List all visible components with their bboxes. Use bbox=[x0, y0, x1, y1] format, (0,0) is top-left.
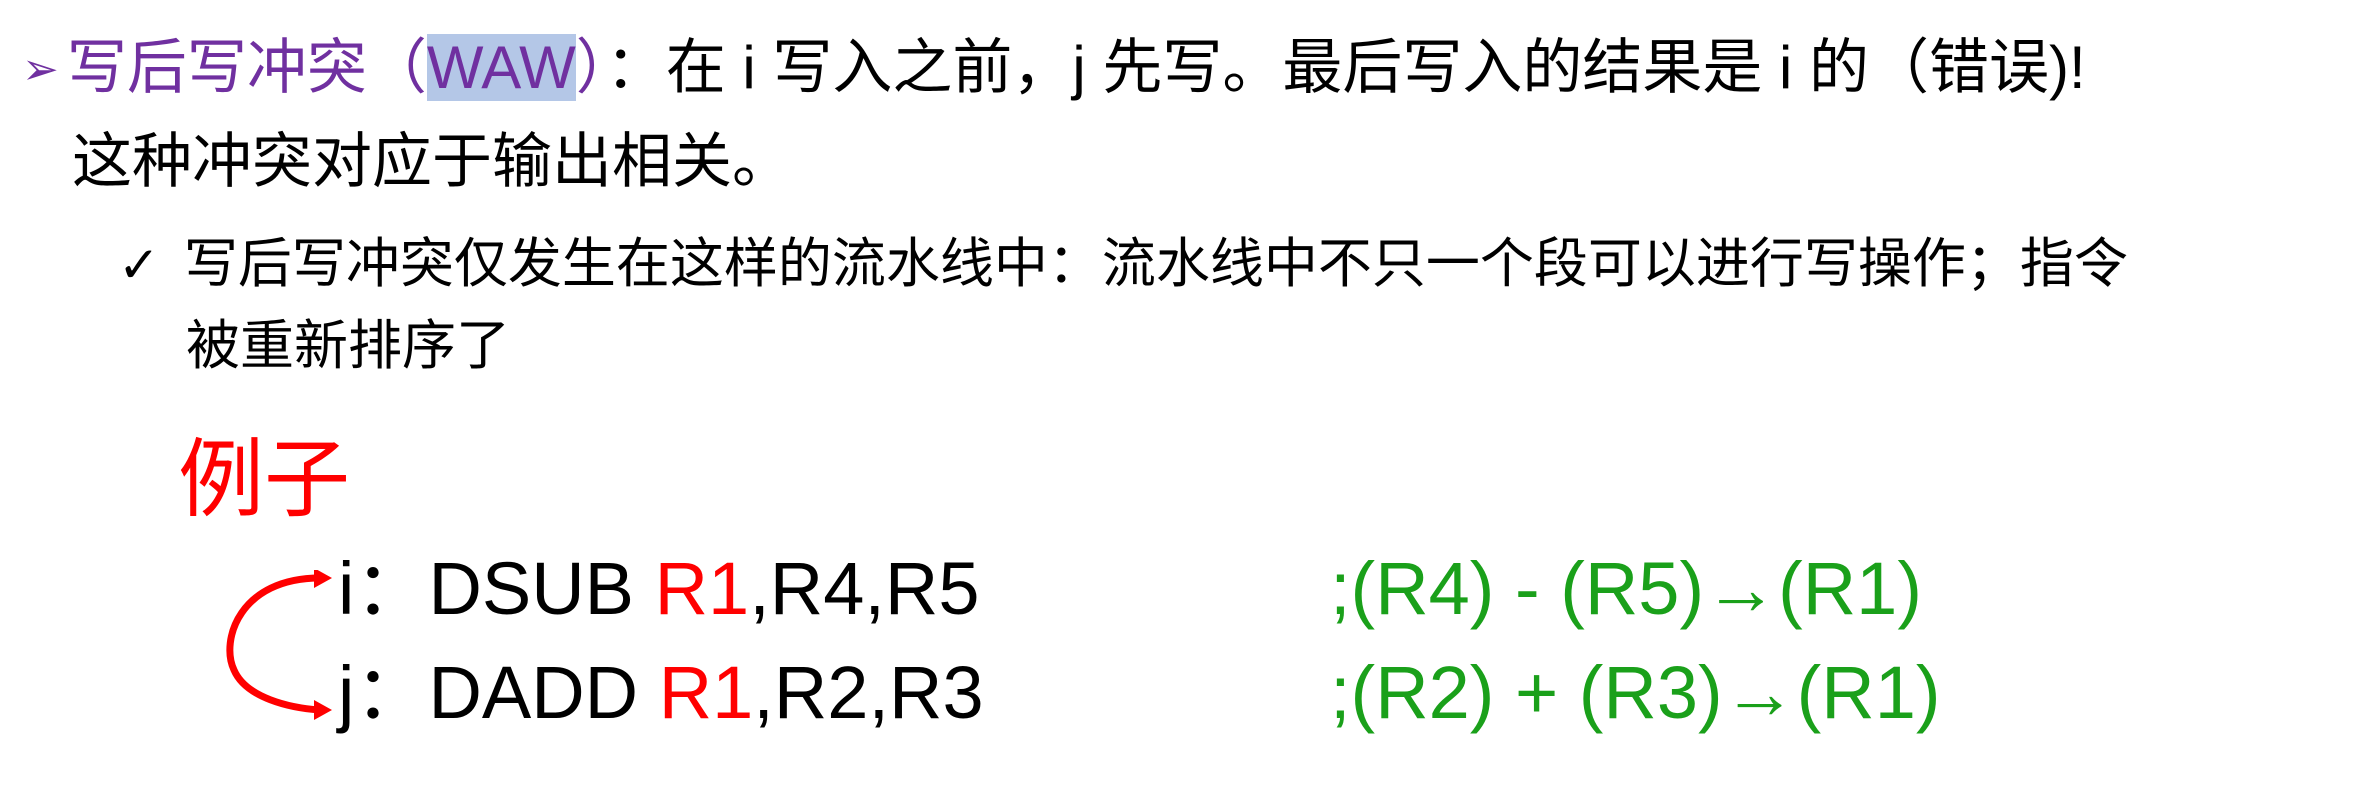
instruction-i-operands: ,R4,R5 bbox=[749, 547, 980, 630]
arrow-bullet-icon: ➢ bbox=[22, 45, 59, 94]
sub-point-line1: ✓ 写后写冲突仅发生在这样的流水线中：流水线中不只一个段可以进行写操作；指令 bbox=[118, 228, 2128, 301]
instruction-i-label: i：DSUB bbox=[338, 547, 655, 630]
example-title: 例子 bbox=[178, 432, 350, 528]
instruction-j-dest-reg: R1 bbox=[658, 651, 754, 734]
instruction-i-comment: ;(R4) - (R5)→(R1) bbox=[1330, 547, 1922, 630]
waw-description: ：在 i 写入之前，j 先写。最后写入的结果是 i 的（错误)! bbox=[605, 34, 2086, 101]
instruction-j-comment: ;(R2) + (R3)→(R1) bbox=[1330, 651, 1941, 734]
waw-title: 写后写冲突（ bbox=[66, 34, 427, 101]
check-icon: ✓ bbox=[118, 237, 160, 293]
instruction-j-label: j：DADD bbox=[338, 651, 659, 734]
waw-description-line2: 这种冲突对应于输出相关。 bbox=[72, 128, 792, 195]
instruction-i-dest-reg: R1 bbox=[654, 547, 750, 630]
waw-title-close: ） bbox=[575, 34, 606, 101]
instruction-i: i：DSUB R1,R4,R5 bbox=[338, 544, 980, 634]
waw-heading-line: ➢ 写后写冲突（WAW）：在 i 写入之前，j 先写。最后写入的结果是 i 的（错… bbox=[22, 28, 2086, 114]
sub-point-text1: 写后写冲突仅发生在这样的流水线中：流水线中不只一个段可以进行写操作；指令 bbox=[183, 234, 2128, 294]
instruction-j: j：DADD R1,R2,R3 bbox=[338, 648, 984, 738]
instruction-j-operands: ,R2,R3 bbox=[753, 651, 984, 734]
curved-arrow-icon bbox=[226, 570, 332, 720]
waw-highlight: WAW bbox=[426, 34, 576, 101]
sub-point-text2: 被重新排序了 bbox=[186, 316, 510, 376]
